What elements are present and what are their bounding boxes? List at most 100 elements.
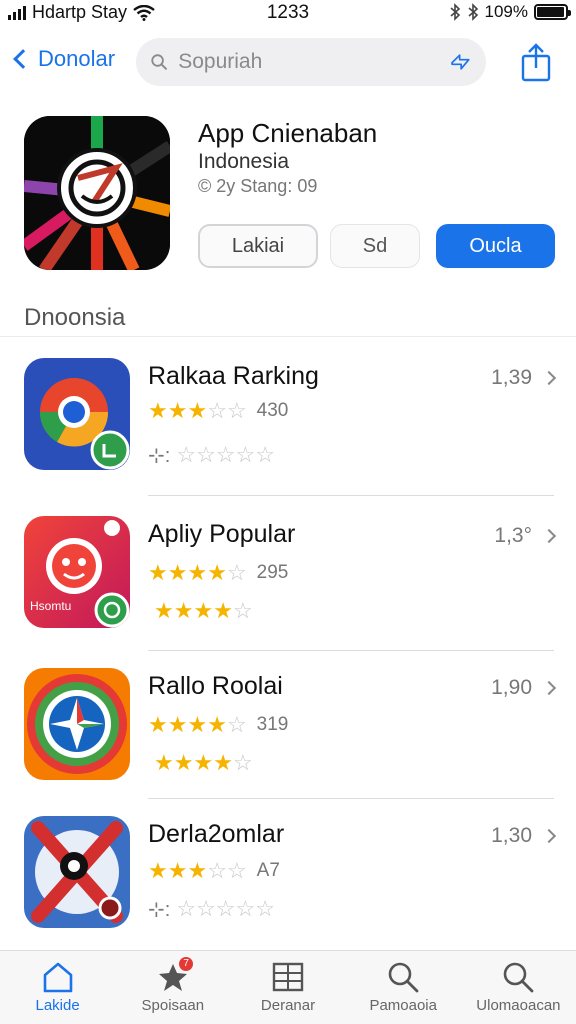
- star-icon: ☆: [215, 442, 236, 467]
- search-field[interactable]: [136, 38, 486, 86]
- star-rating: ★★★★☆: [148, 560, 247, 586]
- star-icon: ☆: [226, 398, 247, 423]
- app-icon-chrome-like: [24, 358, 130, 470]
- star-icon: ★: [148, 560, 168, 585]
- tab-spoisaan[interactable]: 7 Spoisaan: [115, 951, 230, 1024]
- tab-label: Lakide: [35, 997, 80, 1014]
- tab-label: Pamoaoia: [369, 997, 437, 1014]
- search-input[interactable]: [178, 50, 450, 74]
- star-rating: ★★★★☆: [154, 598, 253, 624]
- back-label: Donolar: [38, 46, 116, 71]
- star-icon: ☆: [232, 598, 253, 623]
- rating-row: ★★★★☆ 319: [148, 712, 288, 738]
- star-rating: ★★★★☆: [154, 750, 253, 776]
- star-icon: ☆: [215, 896, 236, 921]
- item-name: Apliy Popular: [148, 520, 296, 548]
- rating-count: A7: [256, 860, 280, 881]
- star-icon: ★: [173, 750, 194, 775]
- battery-percent: 109%: [484, 2, 528, 21]
- divider: [148, 650, 554, 651]
- tab-deranar[interactable]: Deranar: [230, 951, 345, 1024]
- tab-ulomaoacan[interactable]: Ulomaoacan: [461, 951, 576, 1024]
- rating-row: ★★★☆☆ A7: [148, 858, 280, 884]
- star-icon: ☆: [255, 896, 275, 921]
- chevron-right-icon: [541, 528, 557, 544]
- star-icon: ☆: [226, 858, 247, 883]
- rating-count: 430: [256, 400, 289, 421]
- app-icon: [24, 116, 170, 270]
- status-right: 109%: [449, 2, 571, 22]
- rating-count: 295: [256, 562, 289, 583]
- list-item[interactable]: Hsomtu Apliy Popular 1,3° ★★★★☆ 295 ★★★★…: [0, 516, 576, 666]
- star-icon: ☆: [255, 442, 275, 467]
- app-header: App Cnienaban Indonesia © 2y Stang: 09 L…: [0, 112, 576, 282]
- get-button[interactable]: Oucla: [436, 224, 555, 268]
- star-icon: ★: [148, 712, 168, 737]
- sd-button[interactable]: Sd: [330, 224, 420, 268]
- tab-label: Spoisaan: [141, 997, 205, 1014]
- star-icon: ★: [207, 560, 227, 585]
- bluetooth-icon: [467, 3, 478, 21]
- notification-badge: 7: [179, 957, 194, 971]
- item-value-text: 1,3°: [494, 524, 532, 547]
- item-value: 1,3°: [494, 524, 557, 548]
- item-name: Derla2omlar: [148, 820, 285, 848]
- chevron-left-icon: [13, 49, 33, 69]
- star-icon: ★: [154, 598, 174, 623]
- tab-label: Deranar: [260, 997, 316, 1014]
- bluetooth-icon: [449, 3, 460, 21]
- item-value-text: 1,30: [491, 824, 532, 847]
- rating-count: 319: [256, 714, 289, 735]
- sub-prefix: ⊹:: [148, 444, 171, 467]
- star-icon: ☆: [207, 858, 227, 883]
- search-icon: [151, 54, 167, 70]
- app-icon-cross: [24, 668, 130, 780]
- sub-prefix: ⊹:: [148, 898, 171, 921]
- list-item[interactable]: Rallo Roolai 1,90 ★★★★☆ 319 ★★★★☆: [0, 668, 576, 818]
- back-button[interactable]: Donolar: [10, 46, 115, 72]
- sub-rating-row: ★★★★☆: [148, 598, 253, 624]
- star-icon: ★: [187, 560, 208, 585]
- star-rating: ★★★★☆: [148, 712, 247, 738]
- divider: [148, 798, 554, 799]
- star-icon: ★: [167, 858, 188, 883]
- nav-bar: Donolar: [0, 36, 576, 92]
- star-icon: ★: [148, 398, 168, 423]
- item-value: 1,30: [491, 824, 557, 848]
- item-value-text: 1,39: [491, 366, 532, 389]
- rating-row: ★★★★☆ 295: [148, 560, 288, 586]
- chevron-right-icon: [541, 680, 557, 696]
- voice-search-icon[interactable]: [449, 49, 472, 75]
- star-icon: ★: [167, 398, 188, 423]
- divider: [148, 495, 554, 496]
- chevron-right-icon: [541, 370, 557, 386]
- star-icon: ★: [154, 750, 174, 775]
- star-icon: ☆: [196, 896, 216, 921]
- star-icon: ★: [148, 858, 168, 883]
- star-rating: ☆☆☆☆☆: [176, 442, 275, 468]
- item-value: 1,90: [491, 676, 557, 700]
- list-item[interactable]: Ralkaa Rarking 1,39 ★★★☆☆ 430 ⊹: ☆☆☆☆☆: [0, 358, 576, 508]
- app-icon-face: Hsomtu: [24, 516, 130, 628]
- app-subtitle: Indonesia: [198, 150, 290, 173]
- sub-rating-row: ⊹: ☆☆☆☆☆: [148, 896, 275, 922]
- svg-text:Hsomtu: Hsomtu: [30, 599, 71, 613]
- star-icon: ★: [207, 712, 227, 737]
- tab-lakide[interactable]: Lakide: [0, 951, 115, 1024]
- sub-rating-row: ★★★★☆: [148, 750, 253, 776]
- star-icon: ★: [213, 598, 233, 623]
- star-icon: ☆: [176, 442, 197, 467]
- tab-pamoaoia[interactable]: Pamoaoia: [346, 951, 461, 1024]
- like-button[interactable]: Lakiai: [198, 224, 318, 268]
- star-icon: ★: [213, 750, 233, 775]
- star-icon: ★: [187, 858, 208, 883]
- list-item[interactable]: Derla2omlar 1,30 ★★★☆☆ A7 ⊹: ☆☆☆☆☆: [0, 816, 576, 966]
- sub-rating-row: ⊹: ☆☆☆☆☆: [148, 442, 275, 468]
- share-icon[interactable]: [518, 42, 554, 82]
- grid-icon: [272, 962, 304, 992]
- star-icon: ☆: [235, 442, 256, 467]
- tab-label: Ulomaoacan: [476, 997, 561, 1014]
- star-rating: ★★★☆☆: [148, 398, 247, 424]
- status-bar: Hdartp Stay 1233 109%: [0, 0, 576, 26]
- home-icon: [43, 962, 72, 993]
